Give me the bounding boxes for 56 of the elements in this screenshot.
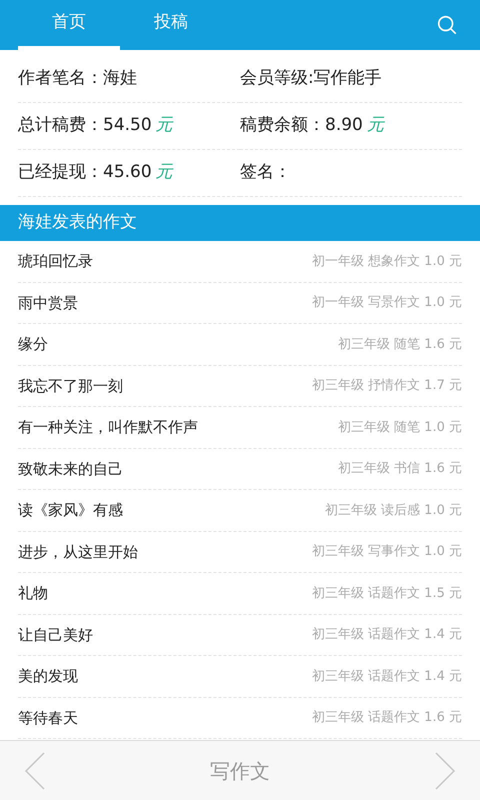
- info-label: 已经提现：: [18, 161, 103, 184]
- essay-row[interactable]: 读《家风》有感 初三年级 读后感 1.0 元: [18, 490, 462, 532]
- essay-title: 我忘不了那一刻: [18, 376, 123, 396]
- essay-meta: 初三年级 话题作文 1.5 元: [312, 584, 462, 602]
- essay-meta: 初一年级 写景作文 1.0 元: [312, 294, 462, 312]
- section-header: 海娃发表的作文: [0, 205, 480, 241]
- essay-meta: 初三年级 读后感 1.0 元: [324, 502, 462, 520]
- info-label: 签名：: [240, 161, 291, 184]
- essay-meta: 初三年级 话题作文 1.6 元: [312, 709, 462, 727]
- essay-title: 让自己美好: [18, 624, 93, 646]
- essay-meta: 初三年级 随笔 1.0 元: [338, 418, 462, 436]
- info-value: 45.60: [103, 161, 152, 184]
- essay-meta: 初三年级 随笔 1.6 元: [338, 336, 462, 354]
- essay-title: 美的发现: [18, 666, 78, 687]
- essay-row[interactable]: 美的发现 初三年级 话题作文 1.4 元: [18, 656, 462, 698]
- chevron-right-icon: [434, 750, 456, 790]
- info-label: 作者笔名：: [18, 67, 103, 90]
- previous-button[interactable]: [24, 750, 46, 790]
- essay-title: 礼物: [18, 583, 48, 604]
- chevron-left-icon: [24, 750, 46, 790]
- essay-row[interactable]: 缘分 初三年级 随笔 1.6 元: [18, 324, 462, 366]
- info-label: 会员等级:: [240, 67, 314, 90]
- essay-meta: 初三年级 话题作文 1.4 元: [312, 626, 462, 644]
- essay-row[interactable]: 进步，从这里开始 初三年级 写事作文 1.0 元: [18, 532, 462, 573]
- essay-row[interactable]: 雨中赏景 初一年级 写景作文 1.0 元: [18, 282, 462, 324]
- essay-row[interactable]: 琥珀回忆录 初一年级 想象作文 1.0 元: [18, 241, 462, 282]
- essay-meta: 初三年级 写事作文 1.0 元: [312, 543, 462, 561]
- info-value: 54.50: [103, 114, 152, 138]
- essay-title: 致敬未来的自己: [18, 458, 123, 480]
- essay-title: 琥珀回忆录: [18, 251, 93, 272]
- currency-unit: 元: [366, 114, 384, 138]
- essay-meta: 初一年级 想象作文 1.0 元: [312, 252, 462, 270]
- next-button[interactable]: [434, 750, 456, 790]
- currency-unit: 元: [156, 114, 173, 138]
- essay-row[interactable]: 我忘不了那一刻 初三年级 抒情作文 1.7 元: [18, 366, 462, 407]
- info-label: 总计稿费：: [18, 114, 103, 138]
- essay-row[interactable]: 礼物 初三年级 话题作文 1.5 元: [18, 573, 462, 614]
- info-value: 写作能手: [314, 67, 382, 90]
- essay-title: 等待春天: [18, 708, 78, 728]
- info-label: 稿费余额：: [240, 114, 325, 138]
- essay-title: 进步，从这里开始: [18, 542, 138, 562]
- info-value: 8.90: [325, 114, 363, 138]
- essay-row[interactable]: 等待春天 初三年级 话题作文 1.6 元: [18, 698, 462, 739]
- essay-meta: 初三年级 书信 1.6 元: [338, 460, 462, 478]
- essay-meta: 初三年级 抒情作文 1.7 元: [312, 377, 462, 395]
- search-icon: [436, 14, 458, 36]
- essay-title: 雨中赏景: [18, 292, 78, 314]
- essay-row[interactable]: 有一种关注，叫作默不作声 初三年级 随笔 1.0 元: [18, 407, 462, 448]
- essay-row[interactable]: 致敬未来的自己 初三年级 书信 1.6 元: [18, 448, 462, 490]
- essay-meta: 初三年级 话题作文 1.4 元: [312, 668, 462, 686]
- essay-title: 缘分: [18, 334, 48, 355]
- essay-title: 有一种关注，叫作默不作声: [18, 417, 198, 438]
- info-value: 海娃: [103, 67, 137, 90]
- currency-unit: 元: [156, 161, 173, 184]
- essay-title: 读《家风》有感: [18, 500, 123, 521]
- essay-row[interactable]: 让自己美好 初三年级 话题作文 1.4 元: [18, 614, 462, 656]
